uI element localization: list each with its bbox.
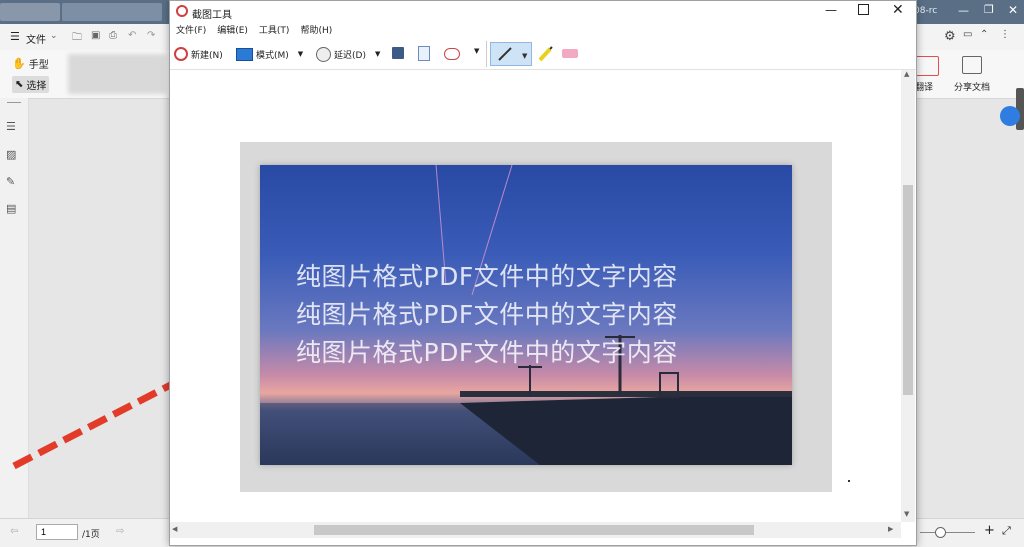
delay-label: 延迟(D): [334, 50, 366, 61]
zoom-slider-handle[interactable]: [935, 527, 946, 538]
menu-file[interactable]: 文件(F): [176, 23, 206, 39]
cursor-icon: ⬉: [15, 79, 24, 90]
sidebar-divider: [7, 102, 21, 103]
minimize-icon[interactable]: —: [958, 4, 969, 17]
chevron-down-icon[interactable]: ⌄: [50, 31, 58, 41]
clock-icon: [316, 46, 331, 62]
scroll-right-icon[interactable]: ▶: [888, 525, 893, 533]
image-text-line: 纯图片格式PDF文件中的文字内容: [296, 300, 678, 329]
send-dropdown-icon[interactable]: ▼: [474, 47, 479, 55]
hamburger-icon[interactable]: ☰: [10, 30, 20, 43]
fullscreen-icon[interactable]: ⤢: [1002, 524, 1011, 538]
window-minimize-icon[interactable]: —: [825, 3, 837, 17]
page-total: /1页: [82, 530, 100, 540]
scroll-left-icon[interactable]: ◀: [172, 525, 177, 533]
eraser-icon[interactable]: [562, 49, 578, 58]
new-snip-button[interactable]: 新建(N): [174, 43, 223, 65]
new-snip-label: 新建(N): [191, 50, 223, 61]
zoom-slider[interactable]: [920, 532, 975, 533]
window-close-icon[interactable]: ✕: [892, 2, 904, 18]
pen-icon: ▼: [498, 47, 528, 61]
outline-icon[interactable]: ☰: [6, 120, 16, 133]
window-title-bar: 截图工具 — ✕: [170, 1, 916, 23]
menu-tools[interactable]: 工具(T): [259, 23, 290, 39]
new-snip-icon: [174, 47, 188, 61]
snip-toolbar: 新建(N) 模式(M) ▼ 延迟(D) ▼ ▼ ▼: [170, 39, 916, 70]
save-snip-icon[interactable]: [392, 47, 404, 59]
window-menu-bar: 文件(F) 编辑(E) 工具(T) 帮助(H): [170, 23, 922, 39]
select-tool-button[interactable]: ⬉ 选择: [12, 76, 50, 93]
snipping-tool-icon: [176, 5, 188, 17]
horizontal-scrollbar[interactable]: ◀ ▶: [170, 522, 901, 538]
mode-button[interactable]: 模式(M) ▼: [236, 43, 303, 65]
scroll-down-icon[interactable]: ▼: [904, 510, 909, 518]
save-icon[interactable]: ▣: [91, 30, 100, 41]
redo-icon[interactable]: ↷: [147, 30, 155, 41]
window-title: 截图工具: [192, 10, 232, 21]
image-text-line: 纯图片格式PDF文件中的文字内容: [296, 262, 678, 291]
vertical-scrollbar[interactable]: ▲ ▼: [901, 70, 915, 522]
scroll-up-icon[interactable]: ▲: [904, 70, 909, 78]
hand-icon: ✋: [12, 57, 26, 70]
menu-help[interactable]: 帮助(H): [300, 23, 332, 39]
undo-icon[interactable]: ↶: [128, 30, 136, 41]
page-number-input[interactable]: [36, 524, 78, 540]
hand-tool-button[interactable]: ✋ 手型: [12, 56, 49, 71]
comment-icon[interactable]: ▤: [6, 202, 16, 215]
next-page-icon[interactable]: ⇨: [116, 526, 124, 537]
window-maximize-icon[interactable]: [858, 4, 869, 15]
highlighter-icon[interactable]: [536, 45, 556, 63]
horizontal-scroll-thumb[interactable]: [314, 525, 754, 535]
hand-tool-label: 手型: [28, 60, 49, 71]
prev-page-icon[interactable]: ⇦: [10, 526, 18, 537]
menu-edit[interactable]: 编辑(E): [217, 23, 248, 39]
mode-label: 模式(M): [256, 50, 289, 61]
translate-icon[interactable]: [915, 56, 939, 76]
mode-dropdown-icon[interactable]: ▼: [298, 50, 303, 58]
restore-icon[interactable]: ❐: [984, 3, 994, 16]
print-icon[interactable]: ⎙: [109, 30, 117, 41]
pen-icon[interactable]: ✎: [6, 175, 15, 188]
bg-title-text: 08-rc: [914, 6, 938, 16]
share-icon[interactable]: [962, 56, 982, 74]
image-icon[interactable]: ▨: [6, 148, 16, 161]
send-snip-icon[interactable]: [444, 48, 460, 60]
canvas-dot: [848, 480, 850, 482]
settings-icon[interactable]: ⚙: [944, 29, 956, 44]
assistant-icon[interactable]: [1000, 106, 1020, 126]
zoom-in-icon[interactable]: +: [984, 523, 995, 538]
expand-icon[interactable]: ⌃: [980, 29, 988, 40]
toolbar-separator: [486, 41, 487, 67]
delay-dropdown-icon[interactable]: ▼: [375, 50, 380, 58]
mode-icon: [236, 47, 253, 61]
snipping-tool-window: 截图工具 — ✕ 文件(F) 编辑(E) 工具(T) 帮助(H) 新建(N) 模…: [169, 0, 917, 546]
translate-label[interactable]: 翻译: [915, 80, 933, 93]
select-tool-label: 选择: [26, 81, 47, 92]
svg-text:▼: ▼: [522, 52, 528, 60]
copy-icon[interactable]: [418, 46, 430, 61]
close-icon[interactable]: ✕: [1008, 3, 1018, 17]
share-document-button[interactable]: 分享文档: [954, 80, 990, 93]
blurred-ribbon-area: [68, 54, 166, 94]
more-icon[interactable]: ⋮: [1000, 29, 1010, 40]
image-text-line: 纯图片格式PDF文件中的文字内容: [296, 338, 678, 367]
file-menu[interactable]: 文件: [26, 31, 46, 46]
vertical-scroll-thumb[interactable]: [903, 185, 913, 395]
open-folder-icon[interactable]: 🗀: [72, 30, 82, 47]
message-icon[interactable]: ▭: [963, 29, 972, 40]
pen-tool-button[interactable]: ▼: [490, 42, 532, 66]
delay-button[interactable]: 延迟(D) ▼: [316, 43, 380, 65]
snip-canvas: 纯图片格式PDF文件中的文字内容 纯图片格式PDF文件中的文字内容 纯图片格式P…: [170, 70, 901, 522]
captured-image: 纯图片格式PDF文件中的文字内容 纯图片格式PDF文件中的文字内容 纯图片格式P…: [260, 165, 792, 465]
